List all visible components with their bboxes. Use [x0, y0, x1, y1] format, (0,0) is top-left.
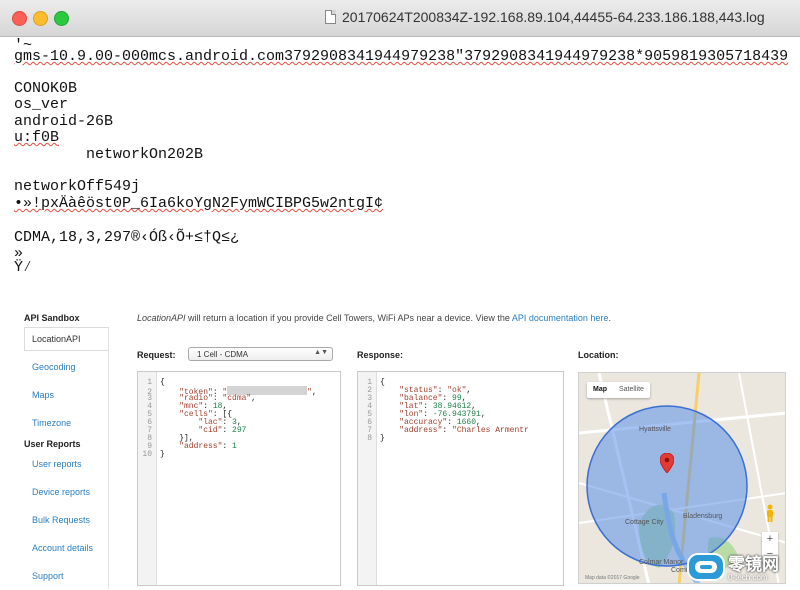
close-window-button[interactable]: [12, 11, 27, 26]
location-label: Location:: [578, 350, 619, 360]
document-icon: [325, 10, 336, 24]
response-label: Response:: [357, 350, 404, 360]
map-tab-map[interactable]: Map: [587, 382, 613, 398]
log-line: networkOn202B: [14, 146, 204, 163]
log-line: CDMA,18,3,297®‹Óß‹Õ+≤†Q≤¿: [14, 229, 240, 246]
watermark-text: 零镜网: [728, 555, 779, 575]
pegman-icon[interactable]: [765, 504, 775, 522]
log-line: networkOff549j: [14, 178, 141, 195]
watermark-logo-icon: [687, 553, 725, 581]
map-tab-satellite[interactable]: Satellite: [613, 382, 650, 398]
map-place-label: Colmar Manor: [639, 559, 684, 566]
code-line: 8}: [367, 434, 385, 443]
maximize-window-button[interactable]: [54, 11, 69, 26]
log-text-view[interactable]: '~ gms-10.9.00-000mcs.android.com3792908…: [14, 34, 794, 280]
location-marker-icon[interactable]: [660, 453, 674, 473]
map-place-label: Hyattsville: [639, 426, 671, 433]
intro-api-name: LocationAPI: [137, 313, 186, 323]
sidebar-item-user-reports[interactable]: User reports: [32, 459, 82, 469]
log-line-text: u:f0B: [14, 129, 60, 146]
response-viewer[interactable]: 1{ 2 "status": "ok", 3 "balance": 99, 4 …: [357, 371, 564, 586]
window-title: 20170624T200834Z-192.168.89.104,44455-64…: [342, 9, 765, 25]
map-attribution: Map data ©2017 Google: [585, 575, 640, 581]
map-place-label: Cottage City: [625, 519, 664, 526]
request-editor[interactable]: 1{ 2 "token": " ", 3 "radio": "cdma", 4 "…: [137, 371, 341, 586]
watermark-subtext: 0-tech.com: [728, 573, 768, 582]
watermark: 零镜网 0-tech.com: [684, 548, 796, 586]
sidebar-item-account-details[interactable]: Account details: [32, 543, 93, 553]
request-preset-value: 1 Cell - CDMA: [197, 350, 249, 359]
log-line-text: gms-10.9.00-000mcs.android.com3792908341…: [14, 48, 789, 65]
api-documentation-link[interactable]: API documentation here: [512, 313, 609, 323]
log-line: •»!pxÄàêöst0P_6Ia6koYgN2FymWCIBPG5w2ntgI…: [14, 196, 383, 212]
intro-end: .: [608, 313, 611, 323]
log-line: u:f0B: [14, 130, 59, 146]
zoom-in-button[interactable]: +: [762, 532, 778, 547]
sidebar-section-user-reports: User Reports: [24, 439, 81, 449]
intro-text: LocationAPI will return a location if yo…: [137, 313, 611, 323]
sandbox-title: API Sandbox: [24, 313, 80, 323]
code-line: 10}: [142, 450, 165, 459]
intro-body: will return a location if you provide Ce…: [185, 313, 512, 323]
sidebar-divider: [108, 327, 109, 589]
sidebar-item-maps[interactable]: Maps: [32, 390, 54, 400]
sidebar-item-device-reports[interactable]: Device reports: [32, 487, 90, 497]
sidebar-item-bulk-requests[interactable]: Bulk Requests: [32, 515, 90, 525]
sidebar-item-timezone[interactable]: Timezone: [32, 418, 71, 428]
log-line-text: •»!pxÄàêöst0P_6Ia6koYgN2FymWCIBPG5w2ntgI…: [14, 195, 384, 212]
log-line: gms-10.9.00-000mcs.android.com3792908341…: [14, 49, 788, 65]
log-line: CONOK0B: [14, 80, 78, 97]
minimize-window-button[interactable]: [33, 11, 48, 26]
window-titlebar: 20170624T200834Z-192.168.89.104,44455-64…: [0, 0, 800, 37]
request-preset-select[interactable]: 1 Cell - CDMA ▲▼: [188, 347, 333, 361]
log-line: os_ver: [14, 96, 69, 113]
sidebar-item-support[interactable]: Support: [32, 571, 64, 581]
sidebar-item-geocoding[interactable]: Geocoding: [32, 362, 76, 372]
map-place-label: Bladensburg: [683, 513, 723, 520]
select-updown-icon: ▲▼: [314, 349, 328, 356]
log-line: Ÿ⁄: [14, 259, 33, 276]
sidebar-item-locationapi[interactable]: LocationAPI: [24, 327, 108, 351]
map-type-control: Map Satellite: [587, 382, 650, 398]
log-line: android-26B: [14, 113, 114, 130]
request-label: Request:: [137, 350, 176, 360]
